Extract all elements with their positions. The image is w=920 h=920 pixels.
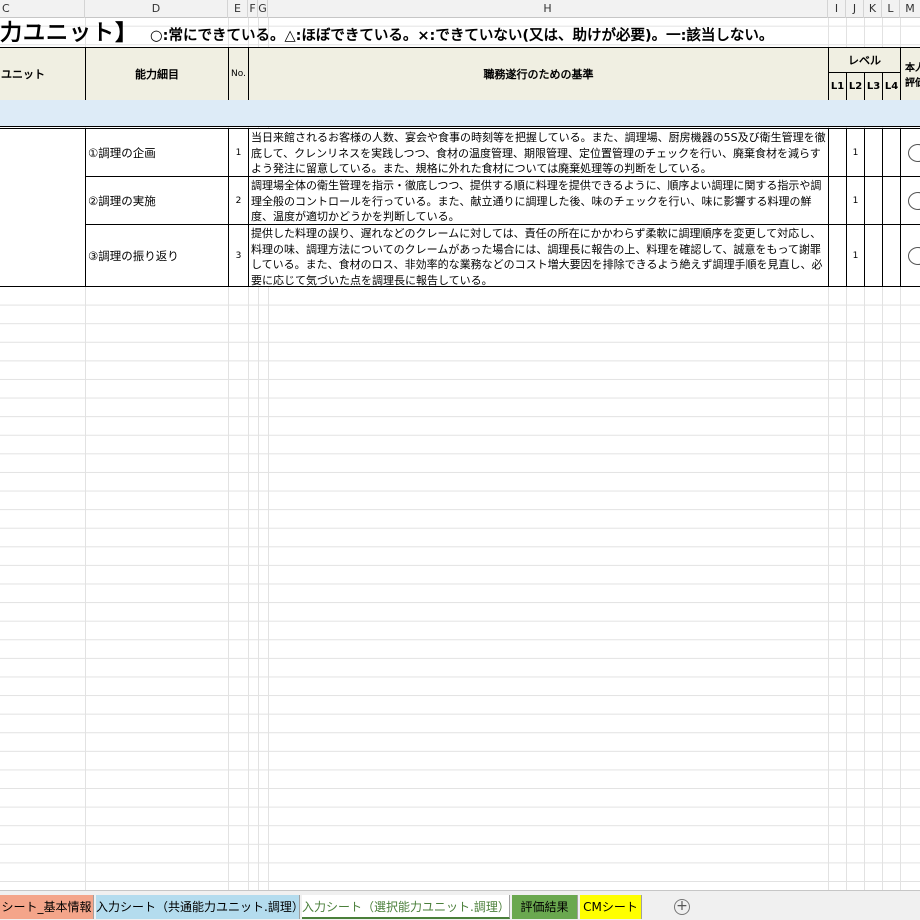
column-header-h[interactable]: H [268,0,828,18]
no-cell-3[interactable]: 3 [228,224,249,287]
header-level: レベル [828,47,901,73]
column-header-j[interactable]: J [846,0,864,18]
header-criteria: 職務遂行のための基準 [248,47,829,101]
evaluation-legend: ○:常にできている。△:ほぼできている。×:できていない(又は、助けが必要)。一… [150,28,774,44]
header-no: No. [228,47,249,101]
level-l2-cell-3[interactable]: 1 [846,224,865,287]
column-header-bar: C D E F G H I J K L M [0,0,920,18]
column-header-f[interactable]: F [248,0,258,18]
level-l4-cell-2[interactable] [882,176,901,225]
tab-evaluation-result[interactable]: 評価結果 [512,895,578,919]
level-l2-cell-1[interactable]: 1 [846,128,865,177]
header-l3: L3 [864,72,883,101]
unit-name-cell[interactable] [0,128,86,287]
header-detail: 能力細目 [85,47,229,101]
column-header-k[interactable]: K [864,0,882,18]
level-l4-cell-1[interactable] [882,128,901,177]
no-cell-1[interactable]: 1 [228,128,249,177]
level-l2-cell-2[interactable]: 1 [846,176,865,225]
level-l3-cell-1[interactable] [864,128,883,177]
level-l1-cell-1[interactable] [828,128,847,177]
sheet-title: 力ユニット】 [0,21,139,46]
plus-circle-icon[interactable]: + [674,899,690,915]
tab-common-ability-unit[interactable]: 入力シート（共通能力ユニット.調理） [96,895,300,919]
detail-cell-3[interactable]: ③調理の振り返り [85,224,229,287]
level-l1-cell-3[interactable] [828,224,847,287]
criteria-cell-3[interactable]: 提供した料理の誤り、遅れなどのクレームに対しては、責任の所在にかかわらず柔軟に調… [248,224,829,287]
column-header-d[interactable]: D [85,0,228,18]
column-header-i[interactable]: I [828,0,846,18]
header-l1: L1 [828,72,847,101]
section-band [0,100,920,127]
tab-cm-sheet[interactable]: CMシート [580,895,642,919]
level-l3-cell-2[interactable] [864,176,883,225]
no-cell-2[interactable]: 2 [228,176,249,225]
tab-selective-ability-unit[interactable]: 入力シート（選択能力ユニット.調理） [302,895,510,919]
header-unit: ユニット [0,47,86,101]
column-header-l[interactable]: L [882,0,900,18]
worksheet-grid[interactable]: 力ユニット】 ○:常にできている。△:ほぼできている。×:できていない(又は、助… [0,18,920,890]
criteria-cell-2[interactable]: 調理場全体の衛生管理を指示・徹底しつつ、提供する順に料理を提供できるように、順序… [248,176,829,225]
level-l3-cell-3[interactable] [864,224,883,287]
header-self-evaluation: 本人 評価 [900,47,920,101]
detail-cell-2[interactable]: ②調理の実施 [85,176,229,225]
level-l4-cell-3[interactable] [882,224,901,287]
column-header-m[interactable]: M [900,0,920,18]
column-header-e[interactable]: E [228,0,248,18]
detail-cell-1[interactable]: ①調理の企画 [85,128,229,177]
criteria-cell-1[interactable]: 当日来館されるお客様の人数、宴会や食事の時刻等を把握している。また、調理場、厨房… [248,128,829,177]
sheet-tab-bar: シート_基本情報 入力シート（共通能力ユニット.調理） 入力シート（選択能力ユニ… [0,890,920,920]
tab-basic-info[interactable]: シート_基本情報 [0,895,94,919]
header-l4: L4 [882,72,901,101]
level-l1-cell-2[interactable] [828,176,847,225]
column-header-c[interactable]: C [0,0,85,18]
header-l2: L2 [846,72,865,101]
column-header-g[interactable]: G [258,0,268,18]
